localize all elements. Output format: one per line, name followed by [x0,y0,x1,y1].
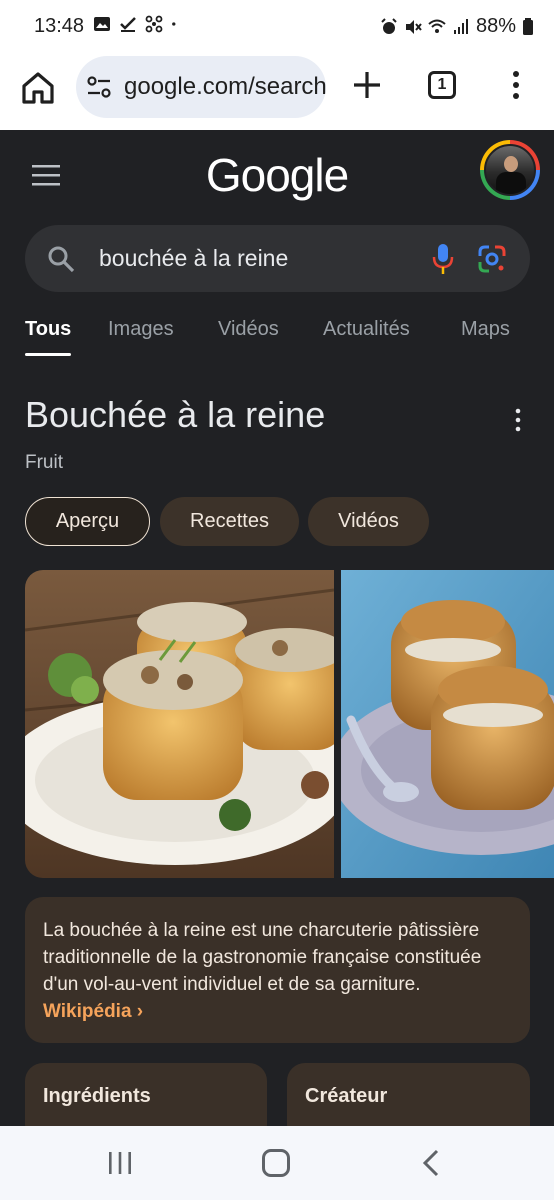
tab-maps[interactable]: Maps [461,318,510,341]
chip-apercu[interactable]: Aperçu [25,497,150,546]
system-nav-bar [0,1126,554,1200]
description-text: La bouchée à la reine est une charcuteri… [43,920,482,995]
more-vert-icon[interactable] [506,68,526,102]
mute-icon [405,19,422,34]
battery-icon [523,17,533,35]
signal-icon [453,18,468,34]
notification-icons [93,15,181,33]
google-lens-icon[interactable] [477,244,507,274]
status-right: 88% [380,15,534,38]
avatar-photo [484,144,536,196]
tab-videos[interactable]: Vidéos [218,318,279,341]
search-query[interactable]: bouchée à la reine [99,245,288,272]
search-icon [48,246,75,273]
vol-au-vent-plate-illustration [25,570,334,878]
chip-recettes[interactable]: Recettes [160,497,299,546]
vol-au-vent-blue-illustration [341,570,554,878]
battery-percent: 88% [475,15,516,37]
food-image-2[interactable] [341,570,554,878]
avatar-head-shape [504,156,518,172]
food-image-1[interactable] [25,570,334,878]
tab-actualites[interactable]: Actualités [323,318,410,341]
new-tab-icon[interactable] [350,68,384,102]
status-time: 13:48 [34,15,85,37]
avatar-body-shape [496,172,526,194]
tab-switcher-button[interactable]: 1 [428,71,456,99]
tab-images[interactable]: Images [108,318,174,341]
google-logo: Google [205,149,349,201]
knowledge-panel-subtitle: Fruit [25,452,63,473]
knowledge-panel-title: Bouchée à la reine [25,394,326,435]
url-text: google.com/search?q=bouch [124,73,326,100]
back-icon[interactable] [420,1148,442,1178]
tab-tous[interactable]: Tous [25,318,71,341]
search-box[interactable]: bouchée à la reine [25,225,530,292]
home-button[interactable] [262,1149,290,1177]
gallery-icon [94,17,110,31]
wifi-icon [428,19,446,33]
task-check-icon [120,17,136,32]
fan-icon [145,15,163,33]
more-options-icon[interactable] [512,408,524,432]
chip-videos[interactable]: Vidéos [308,497,429,546]
active-tab-indicator [25,353,71,356]
description-card: La bouchée à la reine est une charcuteri… [25,897,530,1043]
microphone-icon[interactable] [429,242,457,276]
description-paragraph: La bouchée à la reine est une charcuteri… [43,917,512,1025]
dot-icon [172,22,176,26]
avatar[interactable] [480,140,540,200]
home-icon[interactable] [18,68,58,108]
address-bar[interactable]: google.com/search?q=bouch [76,56,326,118]
wikipedia-link[interactable]: Wikipédia › [43,1001,143,1022]
status-bar: 13:48 88% [0,0,554,54]
site-settings-icon[interactable] [86,75,112,99]
alarm-icon [381,17,397,34]
recent-apps-icon[interactable] [106,1150,134,1176]
browser-toolbar: google.com/search?q=bouch 1 [0,54,554,130]
